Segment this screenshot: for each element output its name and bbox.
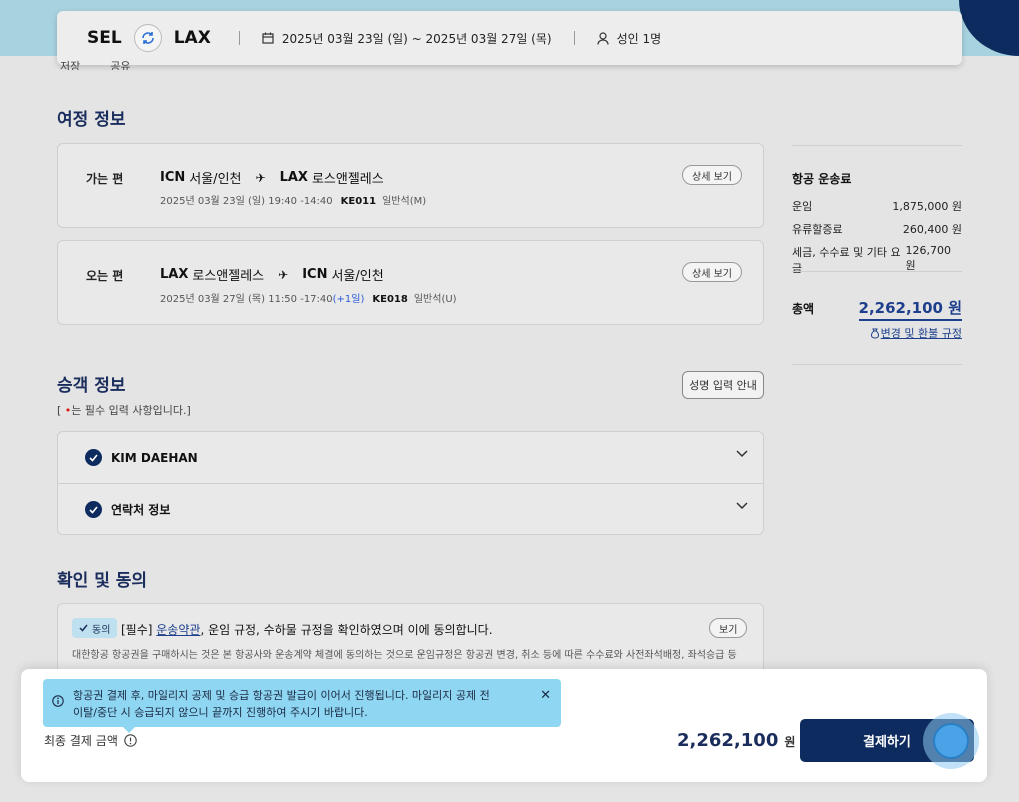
travel-dates[interactable]: 2025년 03월 23일 (일) ~ 2025년 03월 27일 (목) <box>262 30 552 47</box>
final-amount-label: 최종 결제 금액 <box>44 732 137 749</box>
fare-row: 유류할증료 260,400 원 <box>792 221 962 237</box>
fare-value: 260,400 원 <box>902 223 962 236</box>
passenger-title: 승객 정보 <box>57 376 126 396</box>
flight-search-summary[interactable]: SEL LAX 2025년 03월 23일 (일) ~ 2025년 03월 27… <box>57 11 962 65</box>
consent-view-button[interactable]: 보기 <box>709 618 748 638</box>
origin-city: SEL <box>87 28 122 48</box>
final-label-text: 최종 결제 금액 <box>44 734 118 748</box>
segment-datetime: 2025년 03월 23일 (일) 19:40 -14:40 <box>160 196 333 207</box>
outbound-detail-button[interactable]: 상세 보기 <box>682 165 742 185</box>
tooltip-line: 항공권 결제 후, 마일리지 공제 및 승급 항공권 발급이 이어서 진행됩니다… <box>73 689 490 702</box>
destination-code: LAX <box>279 170 308 185</box>
refund-link-text: 변경 및 환불 규정 <box>880 327 962 340</box>
fare-value: 1,875,000 원 <box>892 200 962 213</box>
airplane-icon: ✈ <box>255 170 266 185</box>
origin-code: ICN <box>160 170 186 185</box>
origin-code: LAX <box>160 267 189 282</box>
flight-number: KE018 <box>372 294 408 305</box>
inbound-detail-button[interactable]: 상세 보기 <box>682 262 742 282</box>
divider <box>792 364 962 365</box>
payment-bar: 항공권 결제 후, 마일리지 공제 및 승급 항공권 발급이 이어서 진행됩니다… <box>21 669 987 782</box>
name-guide-button[interactable]: 성명 입력 안내 <box>682 371 764 399</box>
divider <box>238 31 240 45</box>
cabin-class: 일반석(M) <box>382 196 427 207</box>
chevron-down-icon <box>736 450 748 458</box>
destination-city: 서울/인천 <box>331 269 384 284</box>
plus-day: (+1일) <box>332 294 365 305</box>
segment-datetime: 2025년 03월 27일 (목) 11:50 -17:40 <box>160 294 333 305</box>
passengers-text: 성인 1명 <box>616 31 662 46</box>
consent-title: 확인 및 동의 <box>57 571 148 591</box>
fare-row: 운임 1,875,000 원 <box>792 198 962 214</box>
header-decoration <box>959 0 1019 56</box>
itinerary-title: 여정 정보 <box>57 110 126 130</box>
total-label: 총액 <box>792 302 815 316</box>
passenger-count[interactable]: 성인 1명 <box>596 30 662 47</box>
share-button[interactable]: 공유 <box>110 58 130 70</box>
check-icon <box>85 501 102 518</box>
swap-icon[interactable] <box>133 24 162 52</box>
airplane-icon: ✈ <box>278 267 289 282</box>
mileage-notice-tooltip: 항공권 결제 후, 마일리지 공제 및 승급 항공권 발급이 이어서 진행됩니다… <box>43 679 561 733</box>
agree-label: 동의 <box>92 624 111 636</box>
page-actions: 저장 공유 <box>60 58 131 70</box>
fare-label: 유류할증료 <box>792 223 843 236</box>
tooltip-line: 이탈/중단 시 승급되지 않으니 끝까지 진행하여 주시기 바랍니다. <box>73 706 368 719</box>
save-button[interactable]: 저장 <box>60 58 80 70</box>
cursor-pointer <box>933 723 969 759</box>
divider <box>792 145 962 146</box>
money-bag-icon <box>870 328 879 339</box>
check-icon <box>85 449 102 466</box>
outbound-segment-card: 가는 편 ICN 서울/인천 ✈ LAX 로스앤젤레스 2025년 03월 23… <box>57 143 764 228</box>
fare-label: 운임 <box>792 200 813 213</box>
consent-suffix: , 운임 규정, 수하물 규정을 확인하였으며 이에 동의합니다. <box>200 623 493 637</box>
flight-number: KE011 <box>340 196 377 207</box>
segment-route: ICN 서울/인천 ✈ LAX 로스앤젤레스 <box>160 168 384 187</box>
info-icon <box>124 734 137 747</box>
segment-detail: 2025년 03월 23일 (일) 19:40 -14:40 KE011 일반석(M… <box>160 192 426 207</box>
divider <box>792 271 962 272</box>
chevron-down-icon <box>736 502 748 510</box>
close-icon[interactable]: ✕ <box>540 687 551 704</box>
destination-code: ICN <box>302 267 328 282</box>
segment-detail: 2025년 03월 27일 (목) 11:50 -17:40(+1일) KE018… <box>160 290 457 305</box>
total-amount: 2,262,100 원 <box>858 297 962 321</box>
info-icon <box>52 695 64 707</box>
dates-text: 2025년 03월 23일 (일) ~ 2025년 03월 27일 (목) <box>281 31 552 46</box>
fare-title: 항공 운송료 <box>792 172 852 186</box>
inbound-segment-card: 오는 편 LAX 로스앤젤레스 ✈ ICN 서울/인천 2025년 03월 27… <box>57 240 764 325</box>
consent-text: [필수] 운송약관, 운임 규정, 수하물 규정을 확인하였으며 이에 동의합니… <box>121 621 493 638</box>
refund-policy-link[interactable]: 변경 및 환불 규정 <box>869 325 962 341</box>
final-amount-unit: 원 <box>784 735 796 749</box>
consent-prefix: [필수] <box>121 623 157 637</box>
origin-city: 로스앤젤레스 <box>192 269 265 284</box>
agree-checkbox[interactable]: 동의 <box>72 618 118 638</box>
passenger-name: KIM DAEHAN <box>111 450 198 465</box>
check-icon <box>79 624 88 632</box>
required-note: [ •는 필수 입력 사항입니다.] <box>57 402 191 418</box>
origin-city: 서울/인천 <box>189 172 242 187</box>
final-amount-value: 2,262,100 <box>677 730 779 751</box>
required-note-text: 는 필수 입력 사항입니다.] <box>71 404 191 417</box>
final-amount: 2,262,100 원 <box>677 730 795 751</box>
person-icon <box>596 31 609 45</box>
segment-route: LAX 로스앤젤레스 ✈ ICN 서울/인천 <box>160 265 384 284</box>
calendar-icon <box>262 32 274 44</box>
destination-city: LAX <box>173 28 211 48</box>
passenger-row[interactable]: KIM DAEHAN <box>58 432 764 483</box>
cabin-class: 일반석(U) <box>413 294 457 305</box>
destination-city: 로스앤젤레스 <box>311 172 384 187</box>
contact-label: 연락처 정보 <box>111 503 171 517</box>
segment-label: 오는 편 <box>86 269 124 283</box>
terms-link[interactable]: 운송약관 <box>156 623 200 637</box>
segment-label: 가는 편 <box>86 172 124 186</box>
consent-description: 대한항공 항공권을 구매하시는 것은 본 항공사와 운송계약 체결에 동의하는 … <box>72 650 737 661</box>
required-note-pre: [ <box>57 404 65 417</box>
contact-row[interactable]: 연락처 정보 <box>58 484 764 535</box>
divider <box>573 31 575 45</box>
passenger-list: KIM DAEHAN 연락처 정보 <box>57 431 764 535</box>
